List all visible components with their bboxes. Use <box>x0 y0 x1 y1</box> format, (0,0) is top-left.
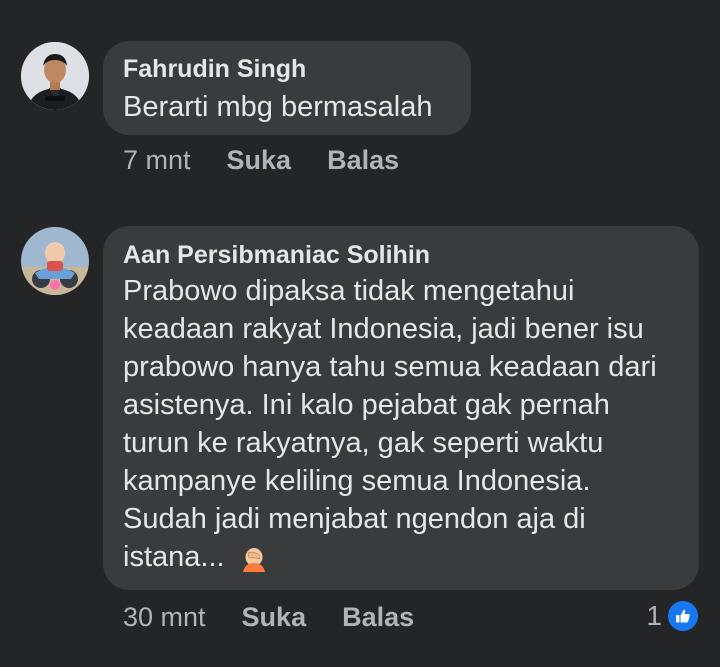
comment-item: Aan Persibmaniac Solihin Prabowo dipaksa… <box>0 0 720 667</box>
comment-text-body: Prabowo dipaksa tidak mengetahui keadaan… <box>123 275 657 573</box>
comment-text: Prabowo dipaksa tidak mengetahui keadaan… <box>123 272 681 582</box>
reaction-count: 1 <box>646 600 662 631</box>
reaction-summary[interactable]: 1 <box>646 599 700 633</box>
avatar[interactable] <box>21 227 89 295</box>
comment-bubble: Aan Persibmaniac Solihin Prabowo dipaksa… <box>103 226 699 590</box>
reply-button[interactable]: Balas <box>342 602 414 633</box>
comment-actions: 30 mnt Suka Balas <box>123 602 450 633</box>
like-thumb-icon <box>666 599 700 633</box>
comment-author[interactable]: Aan Persibmaniac Solihin <box>123 241 430 270</box>
comment-timestamp[interactable]: 30 mnt <box>123 602 206 633</box>
face-palm-emoji-icon <box>239 542 269 582</box>
profile-photo-icon <box>21 227 89 295</box>
like-button[interactable]: Suka <box>242 602 307 633</box>
